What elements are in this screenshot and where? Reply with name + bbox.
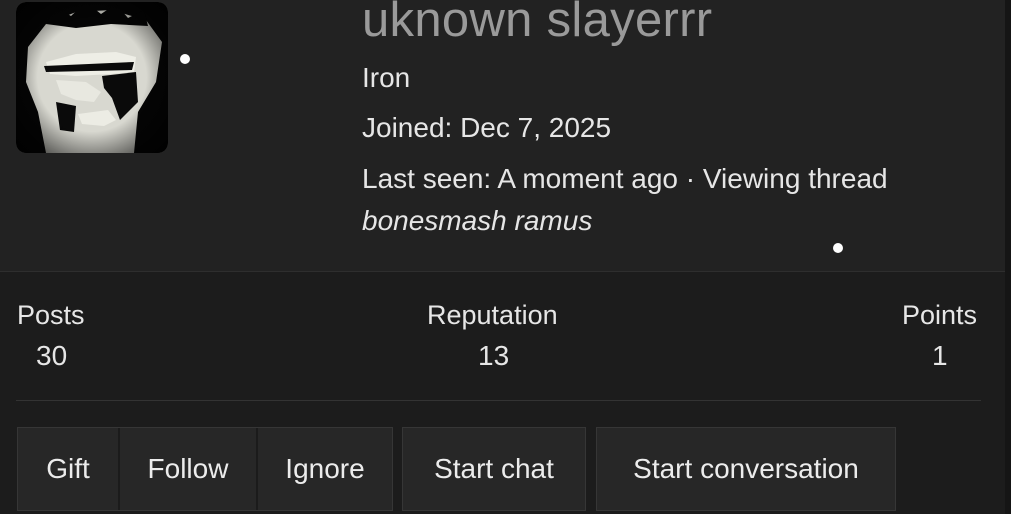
points-value[interactable]: 1	[932, 340, 948, 372]
username: uknown slayerrr	[362, 0, 713, 47]
profile-header: uknown slayerrr Iron Joined: Dec 7, 2025…	[0, 0, 1005, 272]
reputation-value[interactable]: 13	[478, 340, 509, 372]
white-dot	[833, 243, 843, 253]
conversation-action-group: Start conversation	[596, 427, 896, 511]
white-dot	[180, 54, 190, 64]
points-label: Points	[902, 300, 978, 330]
edge-strip	[1005, 0, 1011, 514]
last-seen: Last seen: A moment ago · Viewing thread	[362, 163, 888, 194]
start-chat-button[interactable]: Start chat	[403, 428, 585, 510]
follow-button[interactable]: Follow	[118, 428, 256, 510]
chat-action-group: Start chat	[402, 427, 586, 511]
posts-label: Posts	[17, 300, 85, 330]
avatar[interactable]	[16, 2, 168, 153]
member-action-group: Gift Follow Ignore	[17, 427, 393, 511]
user-title: Iron	[362, 62, 411, 93]
gift-button[interactable]: Gift	[18, 428, 118, 510]
divider	[16, 400, 981, 401]
ignore-button[interactable]: Ignore	[256, 428, 392, 510]
avatar-image	[16, 2, 168, 153]
posts-value[interactable]: 30	[36, 340, 67, 372]
reputation-label: Reputation	[427, 300, 558, 330]
member-profile-page: uknown slayerrr Iron Joined: Dec 7, 2025…	[0, 0, 1011, 514]
start-conversation-button[interactable]: Start conversation	[597, 428, 895, 510]
viewing-thread-link[interactable]: bonesmash ramus	[362, 205, 592, 237]
joined-date: Joined: Dec 7, 2025	[362, 112, 612, 143]
